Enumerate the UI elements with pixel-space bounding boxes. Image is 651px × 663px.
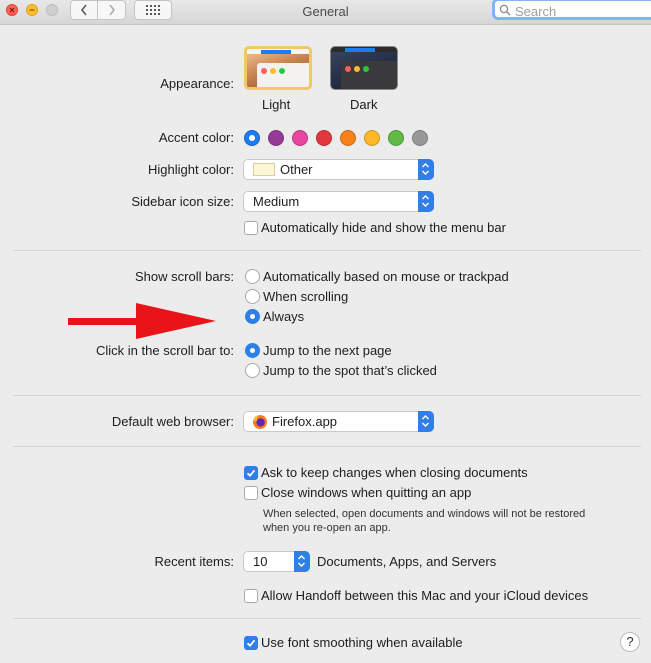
font-smoothing-checkbox[interactable] bbox=[244, 636, 258, 650]
sidebar-icon-size-value: Medium bbox=[253, 194, 300, 209]
menubar-checkbox[interactable] bbox=[244, 221, 258, 235]
accent-color-swatch[interactable] bbox=[364, 130, 380, 146]
close-windows-note-line1: When selected, open documents and window… bbox=[263, 508, 586, 520]
scrollbars-auto-radio[interactable] bbox=[245, 269, 260, 284]
red-arrow-annotation bbox=[68, 303, 216, 339]
accent-color-swatch[interactable] bbox=[268, 130, 284, 146]
recent-items-value: 10 bbox=[253, 554, 268, 569]
selected-dot bbox=[249, 135, 255, 141]
menubar-checkbox-label: Automatically hide and show the menu bar bbox=[261, 220, 506, 235]
scrollbars-when-scrolling-radio[interactable] bbox=[245, 289, 260, 304]
close-windows-note-line2: when you re-open an app. bbox=[263, 522, 391, 534]
separator bbox=[13, 395, 641, 396]
appearance-label: Appearance: bbox=[160, 76, 234, 91]
appearance-light-option[interactable] bbox=[244, 46, 312, 90]
popup-stepper bbox=[418, 159, 434, 180]
chevron-updown-icon bbox=[422, 415, 429, 427]
appearance-light-label: Light bbox=[262, 97, 291, 112]
ask-keep-changes-checkbox[interactable] bbox=[244, 466, 258, 480]
accent-color-swatch[interactable] bbox=[316, 130, 332, 146]
chevron-updown-icon bbox=[422, 195, 429, 207]
default-browser-popup[interactable]: Firefox.app bbox=[243, 411, 434, 432]
search-icon bbox=[499, 4, 511, 16]
checkmark-icon bbox=[246, 639, 256, 648]
default-browser-value: Firefox.app bbox=[272, 414, 338, 429]
highlight-color-popup[interactable]: Other bbox=[243, 159, 434, 180]
appearance-dark-label: Dark bbox=[350, 97, 378, 112]
chevron-updown-icon bbox=[422, 163, 429, 175]
close-windows-label: Close windows when quitting an app bbox=[261, 485, 472, 500]
scrollbars-auto-label: Automatically based on mouse or trackpad bbox=[263, 269, 509, 284]
click-next-page-radio[interactable] bbox=[245, 343, 260, 358]
accent-color-label: Accent color: bbox=[158, 130, 234, 145]
click-next-page-label: Jump to the next page bbox=[263, 343, 392, 358]
checkmark-icon bbox=[246, 469, 256, 478]
font-smoothing-label: Use font smoothing when available bbox=[261, 635, 463, 650]
accent-color-swatch[interactable] bbox=[244, 130, 260, 146]
highlight-swatch bbox=[253, 163, 275, 176]
ask-keep-changes-label: Ask to keep changes when closing documen… bbox=[261, 465, 528, 480]
search-input[interactable] bbox=[513, 2, 651, 20]
scrollbars-always-radio[interactable] bbox=[245, 309, 260, 324]
accent-color-swatch[interactable] bbox=[388, 130, 404, 146]
search-field[interactable] bbox=[492, 0, 651, 20]
handoff-checkbox[interactable] bbox=[244, 589, 258, 603]
recent-items-popup[interactable]: 10 bbox=[243, 551, 310, 572]
recent-items-suffix: Documents, Apps, and Servers bbox=[317, 554, 497, 569]
default-browser-label: Default web browser: bbox=[111, 414, 234, 429]
separator bbox=[13, 446, 641, 447]
sidebar-icon-size-popup[interactable]: Medium bbox=[243, 191, 434, 212]
firefox-icon bbox=[253, 415, 267, 429]
close-windows-checkbox[interactable] bbox=[244, 486, 258, 500]
popup-stepper bbox=[418, 191, 434, 212]
recent-items-label: Recent items: bbox=[154, 554, 234, 569]
highlight-color-value: Other bbox=[280, 162, 313, 177]
sidebar-icon-size-label: Sidebar icon size: bbox=[131, 194, 234, 209]
handoff-label: Allow Handoff between this Mac and your … bbox=[261, 588, 589, 603]
scroll-bars-label: Show scroll bars: bbox=[135, 269, 234, 284]
accent-color-swatch[interactable] bbox=[340, 130, 356, 146]
title-bar: General bbox=[0, 0, 651, 25]
separator bbox=[13, 618, 641, 619]
accent-color-swatch[interactable] bbox=[412, 130, 428, 146]
scrollbars-always-label: Always bbox=[263, 309, 305, 324]
separator bbox=[13, 250, 641, 251]
click-spot-radio[interactable] bbox=[245, 363, 260, 378]
accent-color-swatch[interactable] bbox=[292, 130, 308, 146]
click-spot-label: Jump to the spot that’s clicked bbox=[263, 363, 437, 378]
click-scroll-bar-label: Click in the scroll bar to: bbox=[96, 343, 234, 358]
popup-stepper bbox=[418, 411, 434, 432]
highlight-color-label: Highlight color: bbox=[148, 162, 234, 177]
help-button[interactable]: ? bbox=[620, 632, 640, 652]
chevron-updown-icon bbox=[298, 555, 305, 567]
scrollbars-when-scrolling-label: When scrolling bbox=[263, 289, 349, 304]
popup-stepper bbox=[294, 551, 310, 572]
appearance-dark-option[interactable] bbox=[330, 46, 398, 90]
